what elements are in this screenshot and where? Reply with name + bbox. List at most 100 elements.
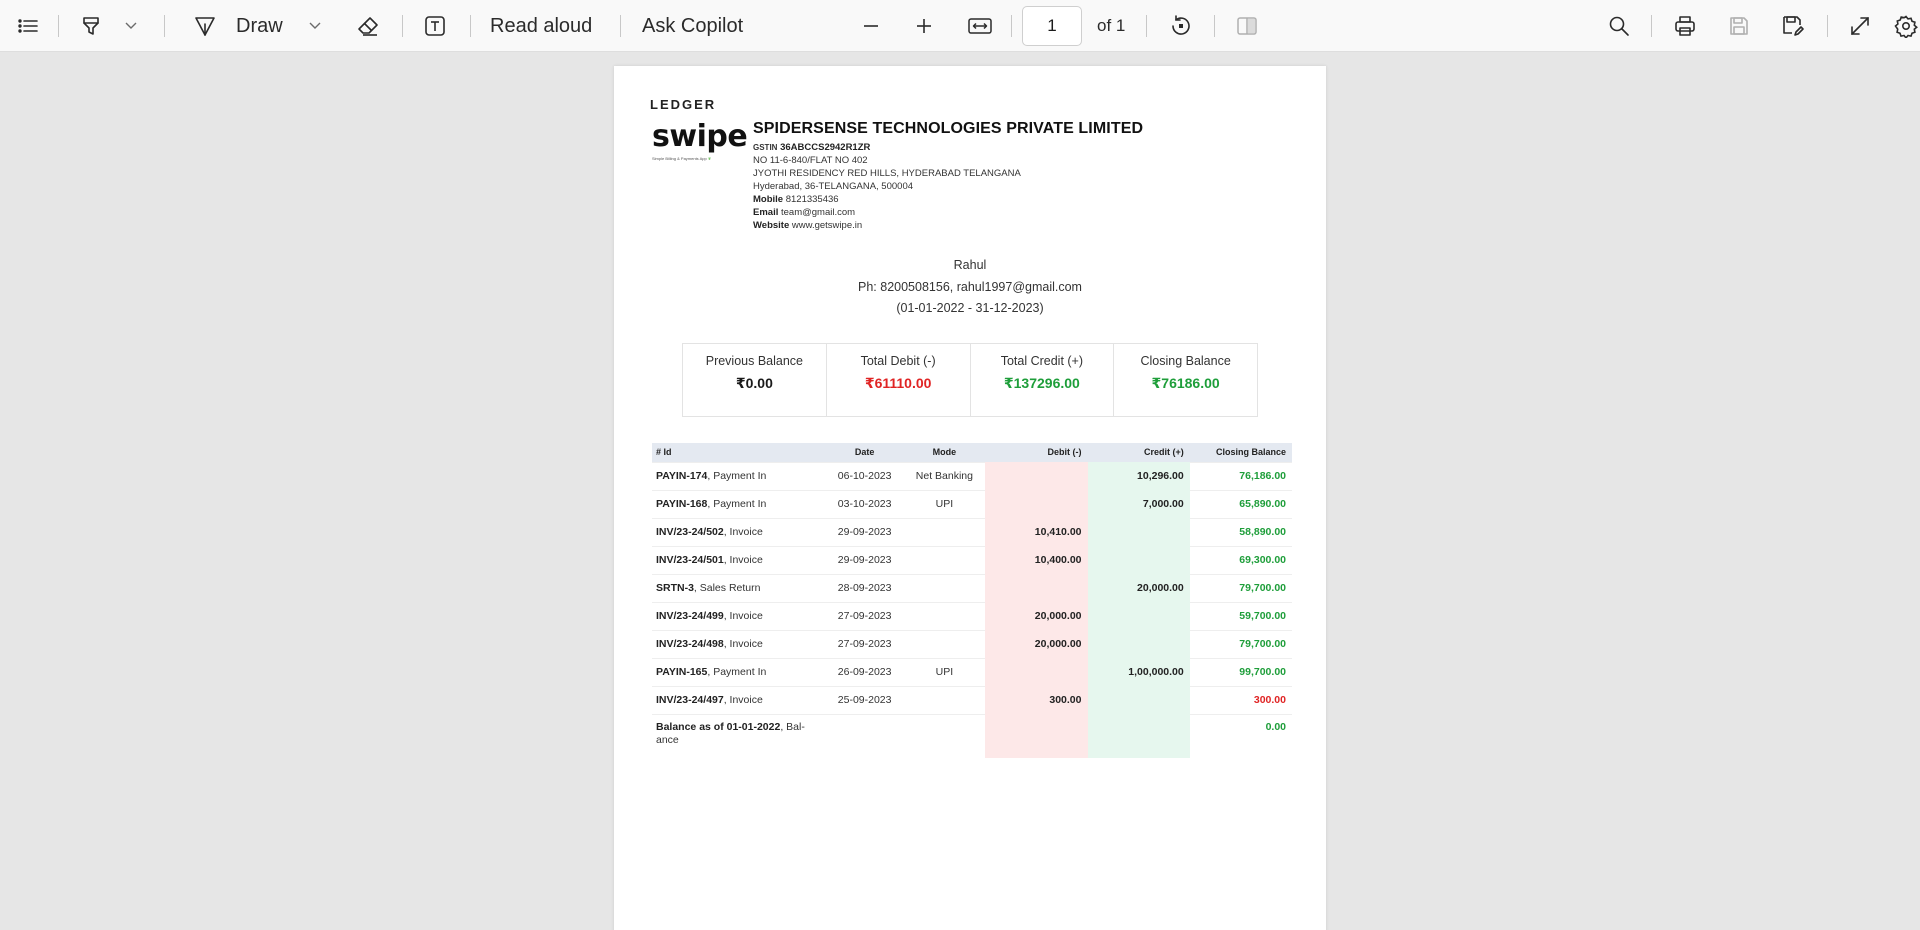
cell-id: INV/23-24/498, Invoice bbox=[652, 629, 826, 658]
table-row: SRTN-3, Sales Return 28-09-2023 20,000.00 7… bbox=[652, 573, 1292, 602]
draw-icon bbox=[193, 14, 217, 38]
draw-label: Draw bbox=[236, 14, 283, 37]
cell-date: 27-09-2023 bbox=[825, 601, 904, 630]
page-view-button[interactable] bbox=[1232, 0, 1262, 52]
zoom-in-button[interactable] bbox=[910, 0, 938, 52]
page-view-icon bbox=[1235, 15, 1259, 37]
cell-debit: 20,000.00 bbox=[985, 601, 1088, 630]
cell-id: INV/23-24/502, Invoice bbox=[652, 517, 826, 546]
company-mobile: Mobile 8121335436 bbox=[753, 194, 839, 205]
highlight-options-button[interactable] bbox=[120, 0, 142, 52]
read-aloud-button[interactable]: Read aloud bbox=[490, 0, 602, 52]
cell-closing-balance: 300.00 bbox=[1189, 685, 1292, 714]
table-header-row: # Id Date Mode Debit (-) Credit (+) Clos… bbox=[652, 443, 1292, 462]
erase-button[interactable] bbox=[354, 0, 382, 52]
company-website: Website www.getswipe.in bbox=[753, 220, 863, 231]
company-address-line-3: Hyderabad, 36-TELANGANA, 500004 bbox=[753, 181, 914, 192]
cell-mode: UPI bbox=[903, 657, 986, 686]
cell-mode: Net Banking bbox=[903, 461, 986, 490]
cell-id: PAYIN-174, Payment In bbox=[652, 461, 826, 490]
search-icon bbox=[1608, 15, 1630, 37]
read-aloud-label: Read aloud bbox=[490, 14, 593, 37]
find-button[interactable] bbox=[1602, 0, 1636, 52]
cell-debit: 300.00 bbox=[985, 685, 1088, 714]
draw-icon-button[interactable] bbox=[192, 0, 218, 52]
print-icon bbox=[1673, 14, 1697, 38]
settings-icon bbox=[1894, 14, 1918, 38]
rotate-button[interactable] bbox=[1164, 0, 1198, 52]
draw-button[interactable]: Draw bbox=[236, 0, 286, 52]
statement-period: (01-01-2022 - 31-12-2023) bbox=[896, 301, 1044, 315]
cell-closing-balance: 99,700.00 bbox=[1189, 657, 1292, 686]
ledger-table: # Id Date Mode Debit (-) Credit (+) Clos… bbox=[652, 443, 1292, 758]
cell-closing-balance: 69,300.00 bbox=[1189, 545, 1292, 574]
cell-mode bbox=[903, 517, 986, 546]
cell-credit bbox=[1087, 601, 1190, 630]
cell-closing-balance: 76,186.00 bbox=[1189, 461, 1292, 490]
summary-previous-balance: Previous Balance ₹0.00 bbox=[683, 344, 827, 416]
ask-copilot-label: Ask Copilot bbox=[642, 14, 744, 37]
highlight-button[interactable] bbox=[76, 0, 106, 52]
fullscreen-button[interactable] bbox=[1843, 0, 1877, 52]
contents-button[interactable] bbox=[10, 0, 46, 52]
summary-total-debit: Total Debit (-) ₹61110.00 bbox=[827, 344, 971, 416]
contents-icon bbox=[17, 17, 39, 35]
cell-credit bbox=[1087, 713, 1190, 758]
add-text-button[interactable] bbox=[420, 0, 450, 52]
table-row: INV/23-24/501, Invoice 29-09-2023 10,400.0… bbox=[652, 545, 1292, 574]
cell-mode bbox=[903, 573, 986, 602]
cell-mode bbox=[903, 545, 986, 574]
text-box-icon bbox=[423, 14, 447, 38]
chevron-down-icon bbox=[125, 22, 137, 30]
table-row: INV/23-24/498, Invoice 27-09-2023 20,000.0… bbox=[652, 629, 1292, 658]
cell-date: 26-09-2023 bbox=[825, 657, 904, 686]
cell-debit bbox=[985, 489, 1088, 518]
settings-button[interactable] bbox=[1894, 0, 1920, 52]
cell-id: INV/23-24/499, Invoice bbox=[652, 601, 826, 630]
summary-total-credit: Total Credit (+) ₹137296.00 bbox=[971, 344, 1115, 416]
save-as-button[interactable] bbox=[1776, 0, 1810, 52]
company-email: Email team@gmail.com bbox=[753, 207, 856, 218]
party-name: Rahul bbox=[953, 258, 987, 272]
draw-options-button[interactable] bbox=[304, 0, 326, 52]
cell-debit: 20,000.00 bbox=[985, 629, 1088, 658]
party-contact: Ph: 8200508156, rahul1997@gmail.com bbox=[858, 280, 1082, 294]
cell-id: Balance as of 01-01-2022, Bal-ance bbox=[652, 713, 826, 758]
cell-debit bbox=[985, 713, 1088, 758]
save-button[interactable] bbox=[1722, 0, 1756, 52]
cell-date: 29-09-2023 bbox=[825, 517, 904, 546]
cell-date: 25-09-2023 bbox=[825, 685, 904, 714]
cell-id: INV/23-24/501, Invoice bbox=[652, 545, 826, 574]
pdf-page: LEDGER swipe Simple Billing & Payments A… bbox=[614, 66, 1326, 930]
cell-debit: 10,400.00 bbox=[985, 545, 1088, 574]
print-button[interactable] bbox=[1668, 0, 1702, 52]
header-credit: Credit (+) bbox=[1087, 443, 1190, 462]
cell-credit: 1,00,000.00 bbox=[1087, 657, 1190, 686]
cell-date bbox=[825, 713, 904, 758]
fit-width-button[interactable] bbox=[963, 0, 997, 52]
ask-copilot-button[interactable]: Ask Copilot bbox=[642, 0, 762, 52]
company-logo: swipe Simple Billing & Payments App ❦ bbox=[652, 119, 748, 172]
company-gstin: GSTIN 36ABCCS2942R1ZR bbox=[753, 142, 871, 153]
cell-debit bbox=[985, 573, 1088, 602]
cell-debit bbox=[985, 657, 1088, 686]
highlight-icon bbox=[79, 14, 103, 38]
cell-date: 28-09-2023 bbox=[825, 573, 904, 602]
cell-id: PAYIN-165, Payment In bbox=[652, 657, 826, 686]
table-row-opening-balance: Balance as of 01-01-2022, Bal-ance 0.00 bbox=[652, 713, 1292, 758]
zoom-out-button[interactable] bbox=[858, 0, 884, 52]
header-date: Date bbox=[825, 443, 904, 462]
company-address-line-2: JYOTHI RESIDENCY RED HILLS, HYDERABAD TE… bbox=[753, 168, 1021, 179]
table-row: PAYIN-174, Payment In 06-10-2023 Net Banki… bbox=[652, 461, 1292, 490]
logo-tagline: Simple Billing & Payments App ❦ bbox=[652, 156, 712, 161]
table-row: INV/23-24/497, Invoice 25-09-2023 300.00 30… bbox=[652, 685, 1292, 714]
cell-id: INV/23-24/497, Invoice bbox=[652, 685, 826, 714]
logo-wordmark: swipe bbox=[652, 119, 748, 154]
header-mode: Mode bbox=[903, 443, 986, 462]
cell-closing-balance: 65,890.00 bbox=[1189, 489, 1292, 518]
cell-closing-balance: 79,700.00 bbox=[1189, 629, 1292, 658]
cell-mode bbox=[903, 685, 986, 714]
header-debit: Debit (-) bbox=[985, 443, 1088, 462]
cell-closing-balance: 79,700.00 bbox=[1189, 573, 1292, 602]
page-number-input[interactable]: 1 bbox=[1022, 6, 1082, 46]
